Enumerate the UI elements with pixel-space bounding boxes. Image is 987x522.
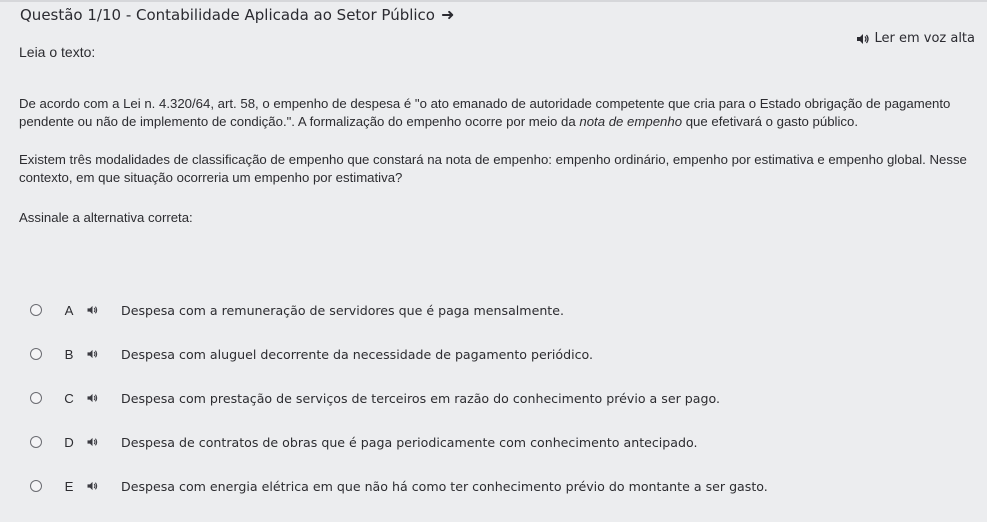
speaker-icon[interactable] xyxy=(86,437,100,447)
option-a[interactable]: A Despesa com a remuneração de servidore… xyxy=(30,299,970,321)
radio-button[interactable] xyxy=(30,436,42,448)
option-text: Despesa com energia elétrica em que não … xyxy=(121,478,768,494)
speaker-icon[interactable] xyxy=(86,393,100,403)
option-letter: C xyxy=(64,390,74,406)
instruction: Assinale a alternativa correta: xyxy=(19,210,193,225)
speaker-icon xyxy=(856,33,870,45)
radio-button[interactable] xyxy=(30,480,42,492)
option-text: Despesa com a remuneração de servidores … xyxy=(121,302,564,318)
radio-button[interactable] xyxy=(30,304,42,316)
question-title-text: Questão 1/10 - Contabilidade Aplicada ao… xyxy=(20,6,435,24)
paragraph-1: De acordo com a Lei n. 4.320/64, art. 58… xyxy=(19,95,979,131)
paragraph-1-emphasis: nota de empenho xyxy=(579,114,683,129)
arrow-right-icon[interactable]: ➜ xyxy=(441,7,454,23)
option-text: Despesa com aluguel decorrente da necess… xyxy=(121,346,594,362)
paragraph-1-end: que efetivará o gasto público. xyxy=(682,114,858,129)
option-e[interactable]: E Despesa com energia elétrica em que nã… xyxy=(30,475,970,497)
read-text-label: Leia o texto: xyxy=(19,44,96,60)
option-text: Despesa com prestação de serviços de ter… xyxy=(121,390,720,406)
question-title: Questão 1/10 - Contabilidade Aplicada ao… xyxy=(20,6,454,24)
speaker-icon[interactable] xyxy=(86,349,100,359)
option-c[interactable]: C Despesa com prestação de serviços de t… xyxy=(30,387,970,409)
option-letter: B xyxy=(64,346,74,362)
radio-button[interactable] xyxy=(30,392,42,404)
option-letter: E xyxy=(64,478,74,494)
speaker-icon[interactable] xyxy=(86,481,100,491)
paragraph-2: Existem três modalidades de classificaçã… xyxy=(19,152,967,185)
option-text: Despesa de contratos de obras que é paga… xyxy=(121,434,698,450)
top-divider xyxy=(0,0,987,2)
option-letter: D xyxy=(64,434,74,450)
option-b[interactable]: B Despesa com aluguel decorrente da nece… xyxy=(30,343,970,365)
radio-button[interactable] xyxy=(30,348,42,360)
speaker-icon[interactable] xyxy=(86,305,100,315)
read-aloud-label: Ler em voz alta xyxy=(874,31,975,46)
read-aloud-button[interactable]: Ler em voz alta xyxy=(856,31,975,46)
option-letter: A xyxy=(64,302,74,318)
option-d[interactable]: D Despesa de contratos de obras que é pa… xyxy=(30,431,970,453)
